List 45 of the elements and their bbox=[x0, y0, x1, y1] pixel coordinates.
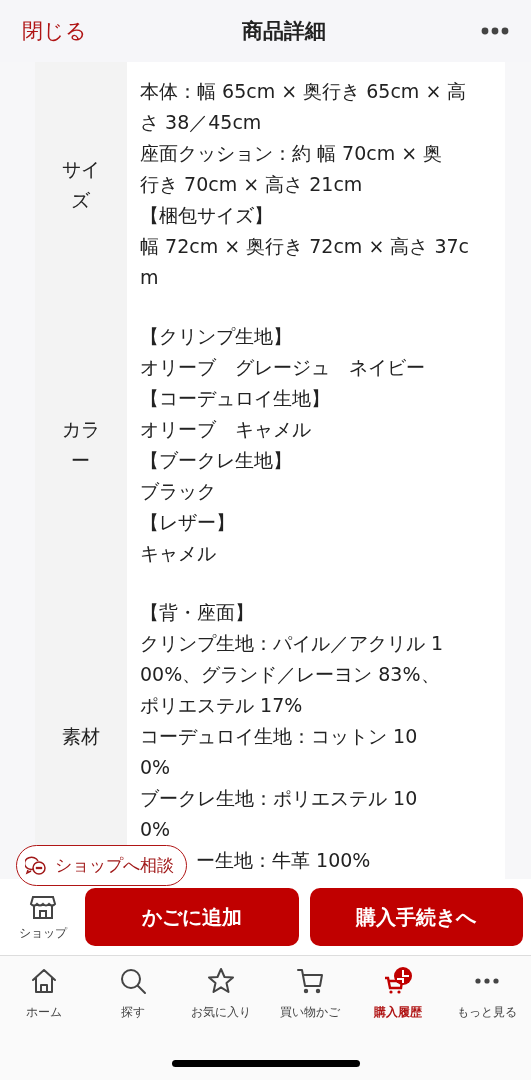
consult-shop-button[interactable]: ショップへ相談 bbox=[16, 845, 187, 886]
tab-bar-item[interactable]: もっと見る bbox=[442, 966, 531, 1021]
close-button[interactable]: 閉じる bbox=[22, 17, 87, 45]
spec-text: 【レザー】 bbox=[140, 510, 236, 535]
spec-text: 【梱包サイズ】 bbox=[140, 203, 274, 228]
spec-text: オリーブ キャメル bbox=[140, 417, 312, 442]
spec-label: 素材 bbox=[61, 724, 101, 749]
tab-bar-item[interactable]: 買い物かご bbox=[265, 966, 354, 1021]
star-icon bbox=[206, 966, 237, 996]
tab-bar-item[interactable]: お気に入り bbox=[177, 966, 266, 1021]
spec-text: ブラック bbox=[140, 479, 217, 504]
spec-text: ブークレ生地：ポリエステル 10 bbox=[140, 786, 419, 811]
spec-text: 00%、グランド／レーヨン 83%、 bbox=[140, 662, 441, 687]
cart-icon bbox=[294, 966, 325, 996]
tab-bar-item[interactable]: 購入履歴 bbox=[354, 966, 443, 1021]
spec-text: 0% bbox=[140, 817, 172, 842]
checkout-button[interactable]: 購入手続きへ bbox=[309, 888, 523, 946]
spec-text: キャメル bbox=[140, 541, 217, 566]
spec-text: クリンプ生地：パイル／アクリル 1 bbox=[140, 631, 445, 656]
spec-text: m bbox=[140, 265, 160, 290]
spec-text: 0% bbox=[140, 755, 172, 780]
spec-text: 【コーデュロイ生地】 bbox=[140, 386, 331, 411]
spec-text: コーデュロイ生地：コットン 10 bbox=[140, 724, 419, 749]
spec-label: カラー bbox=[61, 417, 101, 473]
spec-text: ー生地：牛革 100% bbox=[196, 848, 372, 873]
shop-button[interactable]: ショップ bbox=[12, 892, 74, 942]
spec-text: 行き 70cm × 高さ 21cm bbox=[140, 172, 364, 197]
spec-text: オリーブ グレージュ ネイビー bbox=[140, 355, 426, 380]
spec-text: 【クリンプ生地】 bbox=[140, 324, 293, 349]
spec-text: 【ブークレ生地】 bbox=[140, 448, 293, 473]
tab-bar-item[interactable]: 探す bbox=[88, 966, 177, 1021]
more-icon[interactable] bbox=[481, 27, 509, 35]
add-to-cart-button[interactable]: かごに追加 bbox=[85, 888, 299, 946]
cart-badge-icon bbox=[383, 966, 414, 996]
spec-text: 本体：幅 65cm × 奥行き 65cm × 高 bbox=[140, 79, 468, 104]
spec-text: 幅 72cm × 奥行き 72cm × 高さ 37c bbox=[140, 234, 470, 259]
tab-bar-item[interactable]: ホーム bbox=[0, 966, 89, 1021]
spec-label: サイズ bbox=[61, 156, 101, 213]
page-title: 商品詳細 bbox=[242, 18, 326, 45]
spec-text: 座面クッション：約 幅 70cm × 奥 bbox=[140, 141, 444, 166]
spec-text: さ 38／45cm bbox=[140, 110, 263, 135]
chat-bubbles-icon bbox=[25, 855, 47, 876]
spec-text: ポリエステル 17% bbox=[140, 693, 304, 718]
spec-text: 【背・座面】 bbox=[140, 600, 255, 625]
more-icon bbox=[474, 978, 499, 984]
